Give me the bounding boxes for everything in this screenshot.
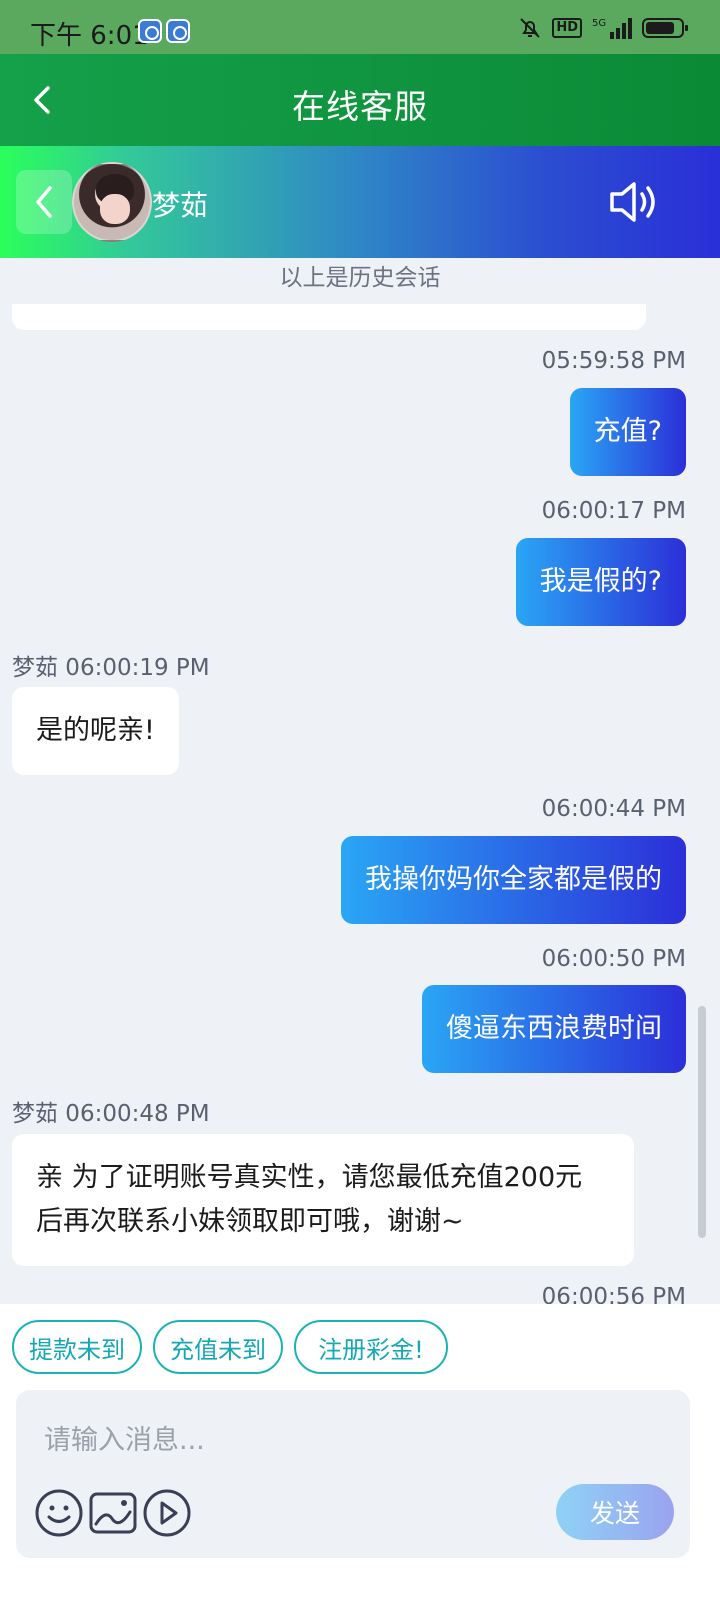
- quick-reply-withdrawal[interactable]: 提款未到: [12, 1320, 142, 1374]
- svg-text:5G: 5G: [592, 18, 606, 29]
- incoming-message[interactable]: 亲 为了证明账号真实性，请您最低充值200元 后再次联系小妹领取即可哦，谢谢~: [12, 1134, 634, 1266]
- status-indicators: HD 5G: [518, 16, 690, 40]
- outgoing-message[interactable]: 充值?: [569, 388, 686, 476]
- outgoing-message[interactable]: 我操你妈你全家都是假的: [341, 836, 686, 924]
- history-note: 以上是历史会话: [279, 265, 441, 291]
- agent-bar: 梦茹: [0, 146, 720, 258]
- title-bar: 在线客服: [0, 54, 720, 146]
- message-line: 亲 为了证明账号真实性，请您最低充值200元: [36, 1162, 583, 1193]
- message-composer: 发送: [16, 1390, 690, 1558]
- bell-off-icon: [520, 18, 541, 38]
- chat-area[interactable]: 以上是历史会话 05:59:58 PM 充值? 06:00:17 PM 我是假的…: [0, 258, 720, 1304]
- message-time: 05:59:58 PM: [541, 348, 686, 374]
- outgoing-message[interactable]: 傻逼东西浪费时间: [422, 985, 686, 1073]
- agent-avatar[interactable]: [72, 162, 152, 242]
- back-icon: [36, 186, 52, 218]
- image-icon[interactable]: [88, 1488, 138, 1538]
- agent-name: 梦茹: [152, 189, 209, 222]
- page-title: 在线客服: [292, 87, 428, 126]
- status-bar: 下午 6:01 HD 5G: [0, 0, 720, 54]
- signal-icon: 5G: [592, 18, 632, 39]
- message-line: 后再次联系小妹领取即可哦，谢谢~: [36, 1206, 464, 1237]
- video-icon[interactable]: [142, 1488, 192, 1538]
- incoming-message-meta: 梦茹 06:00:48 PM: [12, 1101, 210, 1127]
- message-time: 06:00:50 PM: [541, 946, 686, 972]
- quick-reply-bonus[interactable]: 注册彩金!: [294, 1320, 448, 1374]
- send-button[interactable]: 发送: [556, 1484, 674, 1540]
- incoming-message[interactable]: 是的呢亲!: [12, 687, 179, 775]
- incoming-message-meta: 梦茹 06:00:19 PM: [12, 655, 210, 681]
- outgoing-message[interactable]: 我是假的?: [515, 538, 686, 626]
- quick-reply-recharge[interactable]: 充值未到: [153, 1320, 283, 1374]
- hd-badge: HD: [552, 18, 582, 38]
- message-time: 06:00:56 PM: [541, 1284, 686, 1304]
- message-time: 06:00:17 PM: [541, 498, 686, 524]
- speaker-icon[interactable]: [608, 178, 664, 226]
- message-bubble-partial: [12, 304, 646, 330]
- agent-back-button[interactable]: [16, 170, 72, 234]
- bottom-panel: 提款未到 充值未到 注册彩金! 发送: [0, 1304, 720, 1600]
- message-input[interactable]: [44, 1420, 644, 1460]
- app-notification-icon: [166, 19, 190, 43]
- emoji-icon[interactable]: [34, 1488, 84, 1538]
- chat-scrollbar[interactable]: [698, 1006, 706, 1238]
- message-time: 06:00:44 PM: [541, 796, 686, 822]
- app-notification-icon: [138, 19, 162, 43]
- battery-icon: [642, 18, 688, 38]
- status-time: 下午 6:01: [30, 21, 149, 51]
